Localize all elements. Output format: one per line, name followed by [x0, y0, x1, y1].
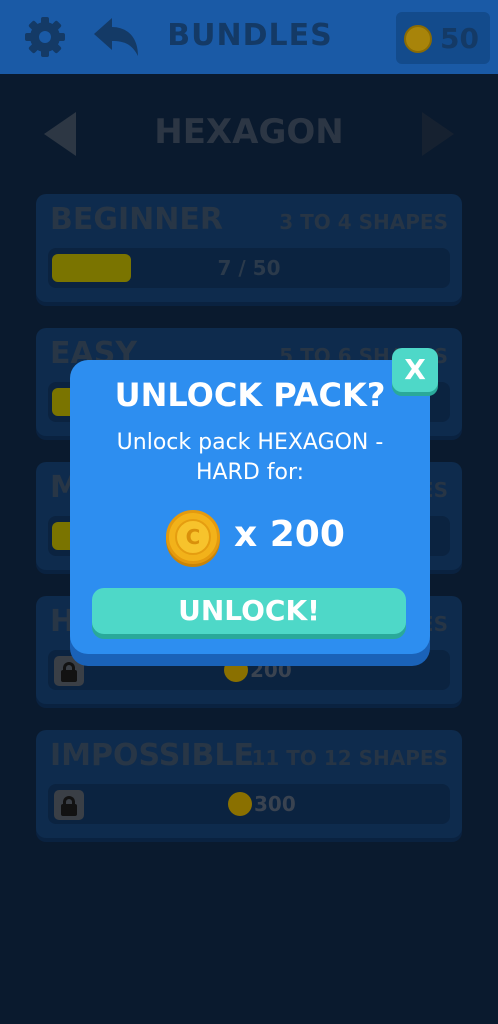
coin-icon: C	[166, 510, 220, 564]
pack-title: HEXAGON	[154, 112, 344, 152]
dialog-title: UNLOCK PACK?	[114, 376, 386, 414]
level-card-beginner[interactable]: BEGINNER 3 TO 4 SHAPES 7 / 50	[36, 194, 462, 302]
progress-text: 7 / 50	[217, 256, 281, 280]
level-subtitle: 3 TO 4 SHAPES	[279, 210, 448, 234]
page-title: BUNDLES	[167, 18, 333, 53]
arrow-left-icon[interactable]	[44, 112, 76, 156]
arrow-right-icon[interactable]	[422, 112, 454, 156]
coin-icon	[404, 25, 432, 53]
coin-balance: 50	[396, 12, 490, 64]
progress-bar: 7 / 50	[48, 248, 450, 288]
level-card-impossible[interactable]: IMPOSSIBLE 11 TO 12 SHAPES 300	[36, 730, 462, 838]
unlock-dialog: UNLOCK PACK? Unlock pack HEXAGON - HARD …	[70, 360, 430, 654]
level-subtitle: 11 TO 12 SHAPES	[251, 746, 448, 770]
level-name: BEGINNER	[50, 202, 223, 237]
unlock-cost: x 200	[234, 514, 345, 555]
price: 300	[48, 790, 450, 818]
back-arrow-icon[interactable]	[92, 14, 140, 60]
top-bar: BUNDLES 50	[0, 0, 498, 74]
coin-count: 50	[440, 22, 479, 55]
unlock-button[interactable]: UNLOCK!	[92, 588, 406, 634]
level-name: IMPOSSIBLE	[50, 738, 255, 773]
price-text: 300	[254, 792, 296, 816]
coin-letter: C	[185, 525, 201, 549]
dialog-message: Unlock pack HEXAGON - HARD for:	[116, 430, 384, 485]
locked-bar: 300	[48, 784, 450, 824]
gear-icon[interactable]	[22, 14, 68, 60]
coin-icon	[228, 792, 252, 816]
close-button[interactable]: X	[392, 348, 438, 392]
